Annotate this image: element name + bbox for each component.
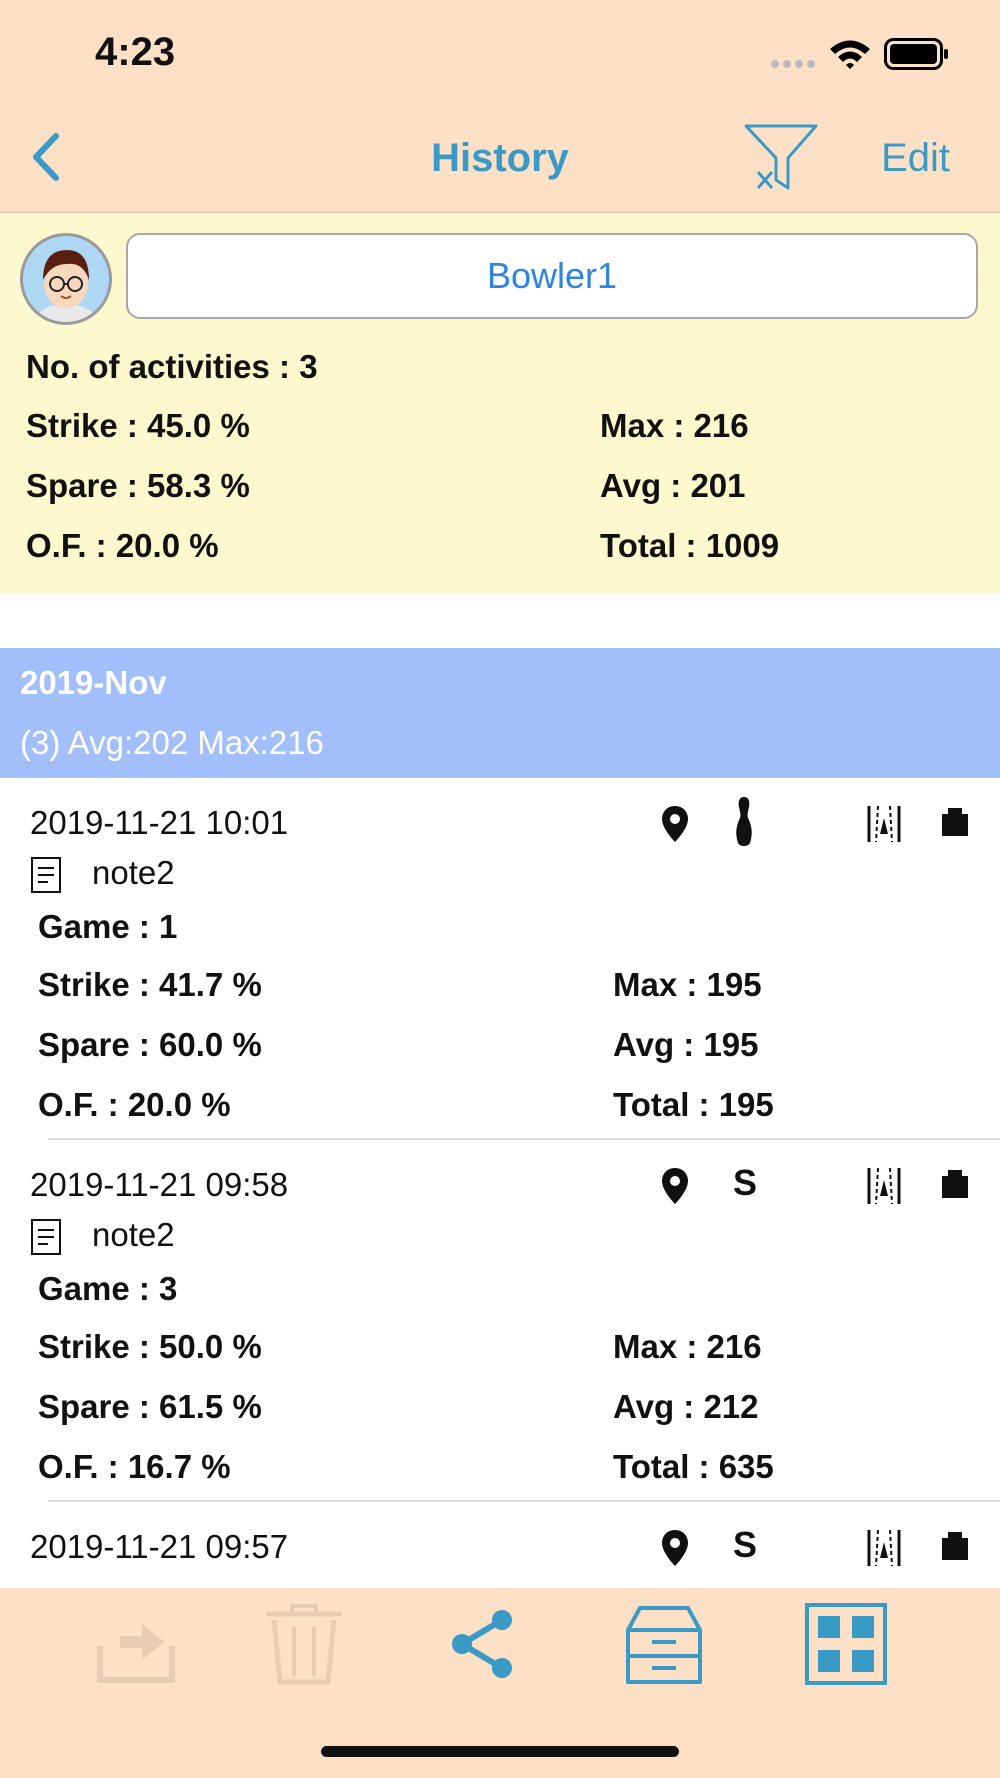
entry-max: Max : 216 (613, 1328, 762, 1365)
wifi-icon (830, 40, 870, 69)
entry-note: note2 (92, 854, 175, 891)
month-section-header[interactable]: 2019-Nov (3) Avg:202 Max:216 (0, 648, 1000, 778)
entry-date: 2019-11-21 10:01 (30, 804, 289, 841)
entry-avg: Avg : 195 (613, 1026, 759, 1063)
entry-total: Total : 635 (613, 1448, 774, 1485)
share-icon[interactable] (442, 1602, 526, 1686)
location-pin-icon[interactable] (660, 1528, 690, 1568)
note-icon (31, 857, 61, 893)
game-type-label[interactable]: S (733, 1524, 757, 1566)
edit-button[interactable]: Edit (881, 136, 950, 181)
entry-spare: Spare : 60.0 % (38, 1026, 262, 1063)
lane-icon[interactable] (866, 1166, 902, 1206)
summary-open-frames: O.F. : 20.0 % (26, 527, 219, 564)
archive-icon[interactable] (622, 1602, 706, 1686)
entry-date: 2019-11-21 09:57 (30, 1528, 289, 1565)
home-indicator[interactable] (321, 1746, 679, 1757)
entry-open-frames: O.F. : 16.7 % (38, 1448, 231, 1485)
entry-game: Game : 1 (38, 908, 178, 945)
note-icon (31, 1219, 61, 1255)
entry-spare: Spare : 61.5 % (38, 1388, 262, 1425)
bowler-name-field[interactable]: Bowler1 (126, 233, 978, 319)
summary-max: Max : 216 (600, 407, 749, 444)
game-type-label[interactable]: S (733, 1162, 757, 1204)
grid-icon[interactable] (804, 1602, 888, 1686)
status-bar: 4:23 (0, 0, 1000, 100)
entry-strike: Strike : 41.7 % (38, 966, 262, 1003)
entry-strike: Strike : 50.0 % (38, 1328, 262, 1365)
status-time: 4:23 (95, 30, 176, 74)
entry-max: Max : 195 (613, 966, 762, 1003)
export-icon[interactable] (94, 1602, 178, 1686)
list-item[interactable]: 2019-11-21 10:01 note2 Game : 1 Strike :… (0, 778, 1000, 1140)
summary-spare: Spare : 58.3 % (26, 467, 250, 504)
page-title: History (431, 136, 569, 180)
entry-open-frames: O.F. : 20.0 % (38, 1086, 231, 1123)
bowling-pin-icon[interactable] (732, 796, 756, 848)
location-pin-icon[interactable] (660, 1166, 690, 1206)
bowling-ball-bag-icon[interactable] (940, 1168, 970, 1200)
trash-icon[interactable] (262, 1602, 346, 1686)
navigation-bar: History Edit (0, 100, 1000, 213)
entry-avg: Avg : 212 (613, 1388, 759, 1425)
summary-avg: Avg : 201 (600, 467, 746, 504)
bowler-summary: Bowler1 No. of activities : 3 Strike : 4… (0, 213, 1000, 593)
list-item[interactable]: 2019-11-21 09:57 S (0, 1502, 1000, 1588)
summary-total: Total : 1009 (600, 527, 780, 564)
bowling-ball-bag-icon[interactable] (940, 806, 970, 838)
filter-clear-icon[interactable] (742, 122, 820, 194)
section-title: 2019-Nov (20, 664, 167, 701)
lane-icon[interactable] (866, 804, 902, 844)
entry-date: 2019-11-21 09:58 (30, 1166, 289, 1203)
section-subtitle: (3) Avg:202 Max:216 (20, 724, 324, 761)
history-list[interactable]: 2019-11-21 10:01 note2 Game : 1 Strike :… (0, 778, 1000, 1588)
list-item[interactable]: 2019-11-21 09:58 S note2 Game : 3 Strike… (0, 1140, 1000, 1502)
entry-total: Total : 195 (613, 1086, 774, 1123)
avatar[interactable] (20, 233, 112, 325)
activities-count: No. of activities : 3 (26, 348, 318, 385)
signal-icon (771, 60, 815, 68)
battery-icon (884, 38, 948, 70)
entry-note: note2 (92, 1216, 175, 1253)
entry-game: Game : 3 (38, 1270, 178, 1307)
lane-icon[interactable] (866, 1528, 902, 1568)
location-pin-icon[interactable] (660, 804, 690, 844)
bowling-ball-bag-icon[interactable] (940, 1530, 970, 1562)
summary-strike: Strike : 45.0 % (26, 407, 250, 444)
